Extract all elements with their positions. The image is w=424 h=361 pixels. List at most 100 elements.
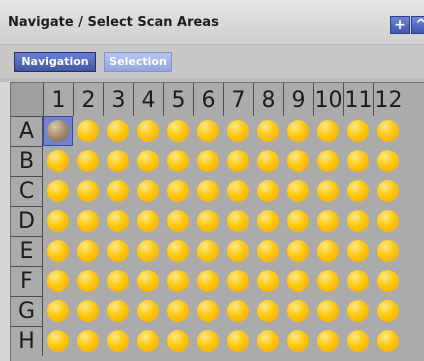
column-header[interactable]: 4	[133, 83, 163, 116]
add-button[interactable]: +	[390, 16, 410, 34]
plate-well[interactable]	[77, 210, 99, 232]
plate-well[interactable]	[347, 180, 369, 202]
plate-well[interactable]	[227, 120, 249, 142]
plate-well[interactable]	[137, 300, 159, 322]
row-header[interactable]: G	[11, 296, 43, 326]
column-header[interactable]: 11	[343, 83, 373, 116]
row-header[interactable]: D	[11, 206, 43, 236]
plate-well[interactable]	[167, 270, 189, 292]
plate-well[interactable]	[377, 150, 399, 172]
plate-well[interactable]	[257, 330, 279, 352]
plate-well[interactable]	[77, 120, 99, 142]
plate-well[interactable]	[137, 330, 159, 352]
plate-well[interactable]	[377, 210, 399, 232]
plate-well[interactable]	[137, 150, 159, 172]
plate-well[interactable]	[227, 300, 249, 322]
plate-well[interactable]	[287, 270, 309, 292]
plate-well[interactable]	[317, 330, 339, 352]
plate-well[interactable]	[47, 240, 69, 262]
plate-well[interactable]	[197, 270, 219, 292]
plate-well[interactable]	[377, 180, 399, 202]
plate-well[interactable]	[287, 120, 309, 142]
plate-well[interactable]	[287, 300, 309, 322]
plate-well[interactable]	[257, 180, 279, 202]
plate-well[interactable]	[47, 150, 69, 172]
column-header[interactable]: 8	[253, 83, 283, 116]
plate-well[interactable]	[107, 330, 129, 352]
row-header[interactable]: B	[11, 146, 43, 176]
row-header[interactable]: C	[11, 176, 43, 206]
column-header[interactable]: 7	[223, 83, 253, 116]
plate-well[interactable]	[107, 180, 129, 202]
plate-well[interactable]	[47, 120, 69, 142]
plate-well[interactable]	[317, 240, 339, 262]
plate-well[interactable]	[257, 210, 279, 232]
plate-well[interactable]	[347, 150, 369, 172]
plate-well[interactable]	[227, 150, 249, 172]
plate-well[interactable]	[77, 270, 99, 292]
tab-selection[interactable]: Selection	[104, 52, 172, 72]
plate-well[interactable]	[317, 300, 339, 322]
plate-well[interactable]	[377, 330, 399, 352]
plate-well[interactable]	[77, 330, 99, 352]
row-header[interactable]: A	[11, 116, 43, 146]
plate-well[interactable]	[107, 150, 129, 172]
plate-well[interactable]	[347, 300, 369, 322]
plate-well[interactable]	[77, 300, 99, 322]
plate-well[interactable]	[167, 240, 189, 262]
plate-well[interactable]	[227, 330, 249, 352]
plate-well[interactable]	[377, 120, 399, 142]
plate-well[interactable]	[347, 330, 369, 352]
plate-well[interactable]	[317, 150, 339, 172]
plate-well[interactable]	[347, 270, 369, 292]
plate-well[interactable]	[47, 330, 69, 352]
plate-well[interactable]	[347, 240, 369, 262]
plate-well[interactable]	[197, 120, 219, 142]
plate-well[interactable]	[77, 240, 99, 262]
plate-well[interactable]	[167, 120, 189, 142]
plate-well[interactable]	[47, 300, 69, 322]
plate-well[interactable]	[287, 210, 309, 232]
plate-well[interactable]	[317, 270, 339, 292]
column-header[interactable]: 6	[193, 83, 223, 116]
collapse-button[interactable]: ^	[411, 16, 424, 34]
plate-well[interactable]	[197, 300, 219, 322]
plate-well[interactable]	[167, 150, 189, 172]
plate-well[interactable]	[287, 240, 309, 262]
plate-well[interactable]	[137, 180, 159, 202]
plate-well[interactable]	[137, 240, 159, 262]
plate-well[interactable]	[257, 240, 279, 262]
plate-well[interactable]	[347, 210, 369, 232]
plate-well[interactable]	[197, 180, 219, 202]
column-header[interactable]: 2	[73, 83, 103, 116]
plate-well[interactable]	[47, 180, 69, 202]
plate-well[interactable]	[317, 210, 339, 232]
plate-well[interactable]	[137, 120, 159, 142]
plate-well[interactable]	[197, 240, 219, 262]
column-header[interactable]: 10	[313, 83, 343, 116]
plate-well[interactable]	[257, 120, 279, 142]
plate-well[interactable]	[137, 210, 159, 232]
plate-well[interactable]	[197, 150, 219, 172]
plate-well[interactable]	[197, 210, 219, 232]
column-header[interactable]: 1	[43, 83, 73, 116]
row-header[interactable]: E	[11, 236, 43, 266]
plate-well[interactable]	[227, 210, 249, 232]
plate-well[interactable]	[47, 270, 69, 292]
plate-well[interactable]	[167, 300, 189, 322]
column-header[interactable]: 9	[283, 83, 313, 116]
row-header[interactable]: F	[11, 266, 43, 296]
plate-well[interactable]	[77, 150, 99, 172]
plate-well[interactable]	[287, 150, 309, 172]
plate-well[interactable]	[347, 120, 369, 142]
plate-well[interactable]	[137, 270, 159, 292]
plate-well[interactable]	[227, 270, 249, 292]
row-header[interactable]: H	[11, 326, 43, 356]
plate-well[interactable]	[287, 330, 309, 352]
plate-well[interactable]	[107, 300, 129, 322]
plate-well[interactable]	[47, 210, 69, 232]
plate-well[interactable]	[77, 180, 99, 202]
plate-well[interactable]	[257, 300, 279, 322]
plate-well[interactable]	[167, 180, 189, 202]
plate-well[interactable]	[377, 240, 399, 262]
